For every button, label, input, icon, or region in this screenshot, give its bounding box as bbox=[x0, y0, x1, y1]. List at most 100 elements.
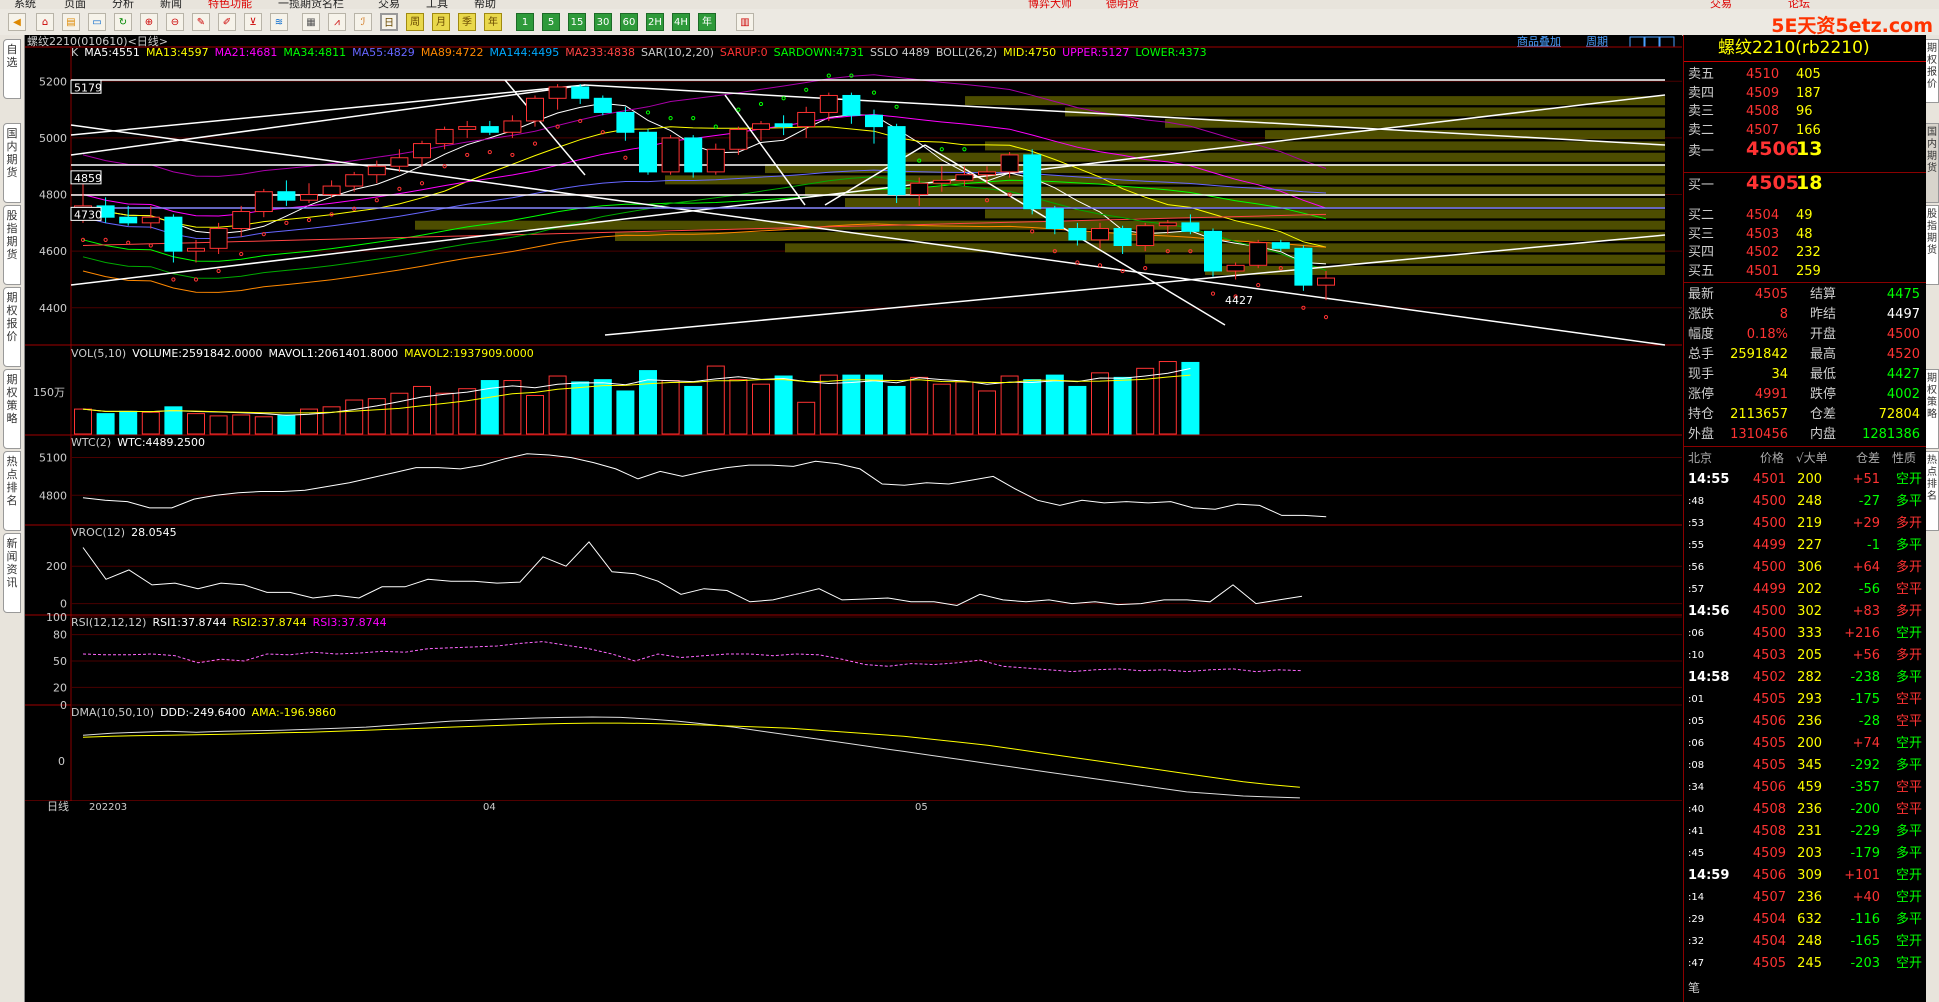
overlay-button[interactable]: 商品叠加 bbox=[1517, 35, 1561, 48]
book-icon[interactable]: ▤ bbox=[62, 13, 80, 31]
back-icon[interactable]: ◀ bbox=[8, 13, 26, 31]
right-tab-option-strategy[interactable]: 期权策略 bbox=[1925, 369, 1939, 449]
period-4h-button[interactable]: 4H bbox=[672, 13, 690, 31]
period-month-button[interactable]: 月 bbox=[432, 13, 450, 31]
period-30min-button[interactable]: 30 bbox=[594, 13, 612, 31]
grid-icon[interactable]: ▦ bbox=[302, 13, 320, 31]
price-box-label: 5179 bbox=[74, 81, 102, 94]
eraser-icon[interactable]: ✐ bbox=[218, 13, 236, 31]
indicator-item: RSI2:37.8744 bbox=[233, 616, 307, 629]
period-week-button[interactable]: 周 bbox=[406, 13, 424, 31]
menu-bar: 系统 页面 分析 新闻 特色功能 一揽期货名栏 交易 工具 帮助 博弈大师 德明… bbox=[0, 0, 1939, 9]
menu-item-help[interactable]: 帮助 bbox=[474, 0, 496, 9]
stat-value: 34 bbox=[1771, 366, 1788, 382]
period-year-button[interactable]: 年 bbox=[484, 13, 502, 31]
volume-profile-bar bbox=[965, 96, 1665, 106]
refresh-icon[interactable]: ↻ bbox=[114, 13, 132, 31]
ask-row-volume: 96 bbox=[1796, 104, 1813, 120]
tick-nature: 空开 bbox=[1895, 625, 1922, 641]
menu-item-analysis[interactable]: 分析 bbox=[112, 0, 134, 9]
ask-row-label: 卖四 bbox=[1688, 85, 1715, 101]
left-tab-news[interactable]: 新闻资讯 bbox=[3, 533, 21, 613]
tick-price: 4501 bbox=[1752, 471, 1786, 487]
tick-volume: 203 bbox=[1797, 845, 1822, 861]
home-icon[interactable]: ⌂ bbox=[36, 13, 54, 31]
menu-item-deming[interactable]: 德明货 bbox=[1106, 0, 1139, 9]
filter-icon[interactable]: ⊻ bbox=[244, 13, 262, 31]
tick-row: :05 4506 236 -28 空平 bbox=[1684, 711, 1926, 733]
right-tab-domestic-futures[interactable]: 国内期货 bbox=[1925, 123, 1939, 203]
candle-icon[interactable]: ℐ bbox=[354, 13, 372, 31]
kline-chart[interactable]: 螺纹2210(010610)<日线> 商品叠加 周期 K MA5:4551 MA13… bbox=[25, 35, 1682, 1002]
tick-position-change: -229 bbox=[1850, 823, 1880, 839]
tick-position-change: +83 bbox=[1852, 603, 1880, 619]
period-quarter-button[interactable]: 季 bbox=[458, 13, 476, 31]
menu-item-page[interactable]: 页面 bbox=[64, 0, 86, 9]
menu-item-features[interactable]: 特色功能 bbox=[208, 0, 252, 9]
rsi-axis-label: 0 bbox=[60, 699, 67, 712]
screen-icon[interactable]: ▭ bbox=[88, 13, 106, 31]
period-day-button[interactable]: 日 bbox=[380, 13, 398, 31]
period-15min-button[interactable]: 15 bbox=[568, 13, 586, 31]
menu-item-futures-list[interactable]: 一揽期货名栏 bbox=[278, 0, 344, 9]
period-1min-button[interactable]: 1 bbox=[516, 13, 534, 31]
menu-item-tools[interactable]: 工具 bbox=[426, 0, 448, 9]
indicator-item: DMA(10,50,10) bbox=[71, 706, 154, 719]
period-60min-button[interactable]: 60 bbox=[620, 13, 638, 31]
ask-row-volume: 187 bbox=[1796, 85, 1821, 101]
ask1-row: 卖一 4506 13 bbox=[1684, 139, 1926, 161]
menu-item-game-master[interactable]: 博弈大师 bbox=[1028, 0, 1072, 9]
tick-volume: 632 bbox=[1797, 911, 1822, 927]
right-tab-hot-rank[interactable]: 热点排名 bbox=[1925, 451, 1939, 531]
price-axis-label: 5200 bbox=[39, 75, 67, 88]
menu-item-trade-right[interactable]: 交易 bbox=[1710, 0, 1732, 9]
right-tab-index-futures[interactable]: 股指期货 bbox=[1925, 205, 1939, 285]
indicator-item: DDD:-249.6400 bbox=[160, 706, 246, 719]
left-tab-domestic-futures[interactable]: 国内期货 bbox=[3, 123, 21, 203]
period-2h-button[interactable]: 2H bbox=[646, 13, 664, 31]
left-tab-index-futures[interactable]: 股指期货 bbox=[3, 205, 21, 285]
chart-icon[interactable]: ⩘ bbox=[328, 13, 346, 31]
rsi-axis-label: 80 bbox=[53, 629, 67, 642]
volume-bar bbox=[842, 374, 861, 435]
zoom-out-icon[interactable]: ⊖ bbox=[166, 13, 184, 31]
tick-position-change: -200 bbox=[1850, 801, 1880, 817]
indicator-icon[interactable]: ≋ bbox=[270, 13, 288, 31]
pen-icon[interactable]: ✎ bbox=[192, 13, 210, 31]
left-tab-option-quotes[interactable]: 期权报价 bbox=[3, 287, 21, 367]
menu-item-news[interactable]: 新闻 bbox=[160, 0, 182, 9]
volume-profile-bar bbox=[1205, 265, 1665, 275]
tick-row: :08 4505 345 -292 多平 bbox=[1684, 755, 1926, 777]
period-button[interactable]: 周期 bbox=[1586, 35, 1608, 48]
indicator-item: VOLUME:2591842.0000 bbox=[132, 347, 262, 360]
stat-value: 4427 bbox=[1886, 366, 1920, 382]
period-year2-button[interactable]: 年 bbox=[698, 13, 716, 31]
left-tab-watchlist[interactable]: 自选 bbox=[3, 39, 21, 99]
stat-row: 幅度 0.18% 开盘 4500 bbox=[1684, 325, 1926, 344]
right-tab-option-quotes[interactable]: 期权报价 bbox=[1925, 39, 1939, 103]
date-label-start: 202203 bbox=[89, 802, 127, 813]
bid-row: 买四 4502 232 bbox=[1684, 243, 1926, 262]
zoom-in-icon[interactable]: ⊕ bbox=[140, 13, 158, 31]
menu-item-forum[interactable]: 论坛 bbox=[1788, 0, 1810, 9]
period-5min-button[interactable]: 5 bbox=[542, 13, 560, 31]
tick-time: :56 bbox=[1688, 561, 1705, 573]
tick-position-change: -116 bbox=[1850, 911, 1880, 927]
calendar-icon[interactable]: ▥ bbox=[736, 13, 754, 31]
price-axis-label: 4800 bbox=[39, 189, 67, 202]
price-axis-label: 4400 bbox=[39, 302, 67, 315]
indicator-item: UPPER:5127 bbox=[1062, 46, 1129, 59]
tick-nature: 多开 bbox=[1895, 559, 1922, 575]
left-tab-option-strategy[interactable]: 期权策略 bbox=[3, 369, 21, 449]
tick-price: 4505 bbox=[1752, 757, 1786, 773]
volume-indicator-legend: VOL(5,10) VOLUME:2591842.0000 MAVOL1:20614… bbox=[71, 347, 534, 360]
left-tab-hot-rank[interactable]: 热点排名 bbox=[3, 451, 21, 531]
candle-body bbox=[187, 247, 205, 252]
menu-item-system[interactable]: 系统 bbox=[14, 0, 36, 9]
tick-time: :06 bbox=[1688, 737, 1705, 749]
chart-area[interactable]: 螺纹2210(010610)<日线> 商品叠加 周期 K MA5:4551 MA13… bbox=[25, 35, 1682, 1002]
menu-item-trade[interactable]: 交易 bbox=[378, 0, 400, 9]
tick-row: :47 4505 245 -203 空开 bbox=[1684, 953, 1926, 975]
candle-body bbox=[1249, 242, 1268, 266]
bid-row-volume: 259 bbox=[1796, 263, 1821, 279]
